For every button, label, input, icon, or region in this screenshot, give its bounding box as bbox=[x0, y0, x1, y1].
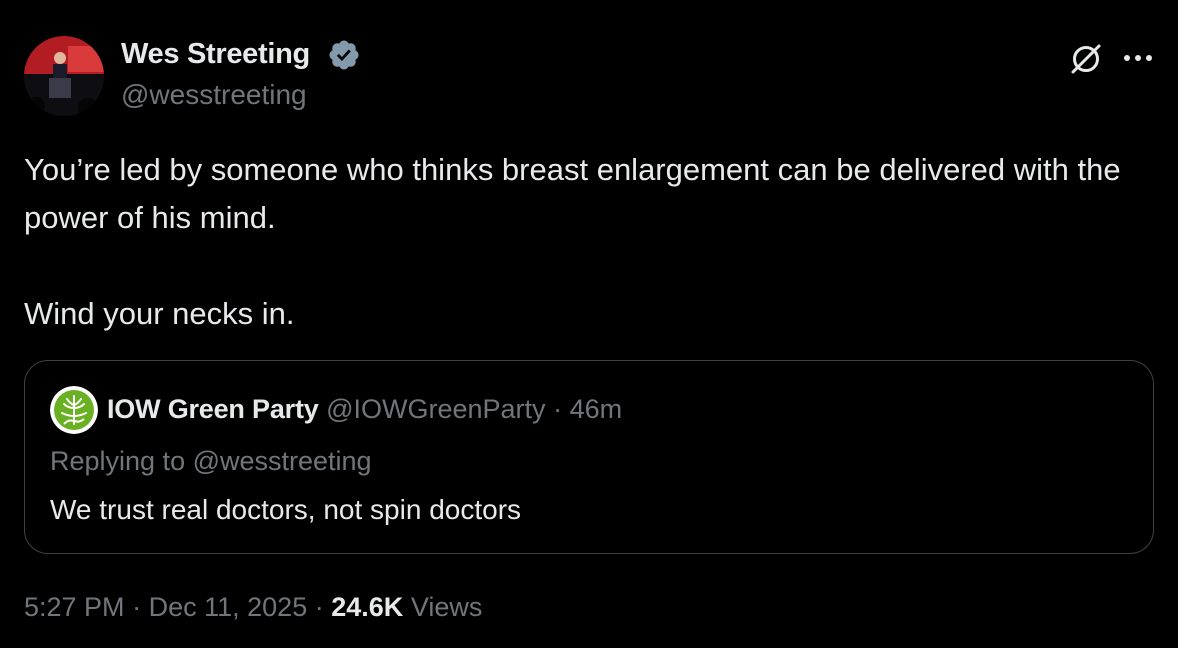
tweet-time[interactable]: 5:27 PM bbox=[24, 592, 125, 622]
views-label: Views bbox=[410, 592, 483, 622]
tweet-date[interactable]: Dec 11, 2025 bbox=[149, 592, 308, 622]
quoted-header: IOW Green Party @IOWGreenParty · 46m bbox=[107, 394, 622, 425]
quoted-text: We trust real doctors, not spin doctors bbox=[50, 494, 522, 525]
meta-separator: · bbox=[132, 592, 142, 622]
author-handle[interactable]: @wesstreeting bbox=[121, 79, 307, 111]
more-icon[interactable] bbox=[1121, 46, 1157, 70]
tweet-meta: 5:27 PM · Dec 11, 2025 · 24.6K Views bbox=[24, 592, 482, 623]
quoted-avatar[interactable] bbox=[50, 386, 98, 434]
quoted-tweet[interactable]: IOW Green Party @IOWGreenParty · 46m Rep… bbox=[24, 360, 1154, 554]
quoted-replying-to: Replying to @wesstreeting bbox=[50, 446, 372, 476]
author-avatar[interactable] bbox=[24, 36, 104, 116]
quoted-time[interactable]: 46m bbox=[570, 394, 623, 424]
meta-separator: · bbox=[314, 592, 324, 622]
quoted-name[interactable]: IOW Green Party bbox=[107, 394, 319, 424]
quoted-handle[interactable]: @IOWGreenParty bbox=[326, 394, 545, 424]
views-count: 24.6K bbox=[331, 592, 404, 622]
tweet-text: You’re led by someone who thinks breast … bbox=[24, 152, 1121, 331]
author-name[interactable]: Wes Streeting bbox=[121, 38, 310, 71]
verified-badge-icon bbox=[329, 40, 359, 70]
grok-icon[interactable] bbox=[1068, 41, 1104, 77]
quoted-separator: · bbox=[553, 394, 563, 424]
